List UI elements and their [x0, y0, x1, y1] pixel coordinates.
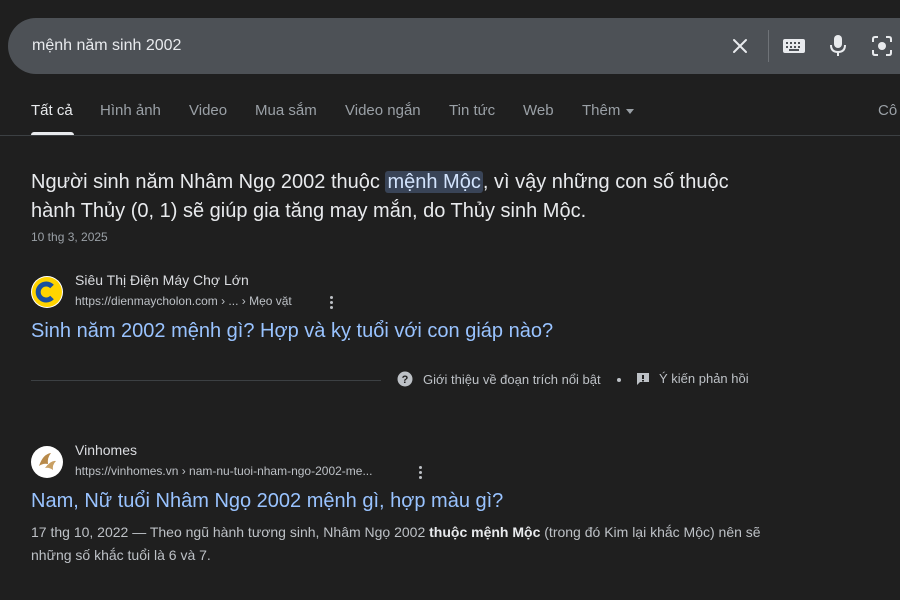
- help-icon: ?: [397, 371, 413, 387]
- featured-snippet-text: Người sinh năm Nhâm Ngọ 2002 thuộc mệnh …: [31, 168, 771, 226]
- snippet-highlight: mệnh Mộc: [385, 171, 483, 193]
- result-site-name[interactable]: Siêu Thị Điện Máy Chợ Lớn: [75, 272, 249, 288]
- result-title-link[interactable]: Nam, Nữ tuổi Nhâm Ngọ 2002 mệnh gì, hợp …: [31, 490, 503, 513]
- search-results-page: Tất cả Hình ảnh Video Mua sắm Video ngắn…: [0, 0, 900, 600]
- result-url[interactable]: https://dienmaycholon.com › ... › Mẹo vặ…: [75, 294, 292, 308]
- feedback-icon: [637, 372, 649, 385]
- tab-more[interactable]: Thêm: [582, 102, 635, 119]
- svg-text:?: ?: [402, 374, 409, 386]
- snippet-footer-divider: [31, 380, 381, 381]
- dienmaycholon-favicon: [31, 276, 63, 308]
- result-site-name[interactable]: Vinhomes: [75, 442, 137, 458]
- tab-video[interactable]: Video: [189, 102, 227, 119]
- snippet-date: 10 thg 3, 2025: [31, 230, 108, 244]
- result-desc-bold: thuộc mệnh Mộc: [429, 524, 541, 540]
- result-desc-before: Theo ngũ hành tương sinh, Nhâm Ngọ 2002: [149, 524, 430, 540]
- search-bar: [8, 18, 900, 74]
- search-result: Siêu Thị Điện Máy Chợ Lớn https://dienma…: [31, 272, 771, 352]
- footer-dot-separator: [617, 378, 621, 382]
- tab-all[interactable]: Tất cả: [31, 102, 73, 119]
- lens-camera-icon[interactable]: [868, 32, 896, 60]
- microphone-icon[interactable]: [824, 32, 852, 60]
- tab-news[interactable]: Tin tức: [449, 102, 495, 119]
- keyboard-icon[interactable]: [780, 32, 808, 60]
- search-result: Vinhomes https://vinhomes.vn › nam-nu-tu…: [31, 442, 771, 522]
- snippet-text-before: Người sinh năm Nhâm Ngọ 2002 thuộc: [31, 171, 386, 193]
- about-snippet-link[interactable]: ? Giới thiệu về đoạn trích nổi bật: [397, 371, 601, 387]
- tab-more-label: Thêm: [582, 102, 621, 119]
- result-description: 17 thg 10, 2022 — Theo ngũ hành tương si…: [31, 521, 771, 567]
- result-date-dash: —: [128, 524, 150, 540]
- more-options-icon[interactable]: [324, 294, 338, 310]
- tab-tools[interactable]: Cô: [878, 102, 897, 119]
- result-url[interactable]: https://vinhomes.vn › nam-nu-tuoi-nham-n…: [75, 464, 372, 478]
- search-tabs: Tất cả Hình ảnh Video Mua sắm Video ngắn…: [0, 92, 900, 136]
- tab-short-videos[interactable]: Video ngắn: [345, 102, 421, 119]
- chevron-down-icon: [626, 108, 635, 114]
- feedback-link[interactable]: Ý kiến phản hồi: [636, 371, 749, 386]
- result-date: 17 thg 10, 2022: [31, 524, 129, 540]
- tabs-divider: [0, 135, 900, 136]
- vinhomes-favicon: [31, 446, 63, 478]
- tab-web[interactable]: Web: [523, 102, 554, 119]
- clear-icon[interactable]: [726, 32, 754, 60]
- more-options-icon[interactable]: [413, 464, 427, 480]
- tab-shopping[interactable]: Mua sắm: [255, 102, 317, 119]
- tab-images[interactable]: Hình ảnh: [100, 102, 161, 119]
- feedback-label: Ý kiến phản hồi: [659, 371, 749, 386]
- search-bar-divider: [768, 30, 769, 62]
- about-snippet-label: Giới thiệu về đoạn trích nổi bật: [423, 371, 601, 387]
- result-title-link[interactable]: Sinh năm 2002 mệnh gì? Hợp và kỵ tuổi vớ…: [31, 320, 553, 343]
- search-input[interactable]: [32, 18, 632, 74]
